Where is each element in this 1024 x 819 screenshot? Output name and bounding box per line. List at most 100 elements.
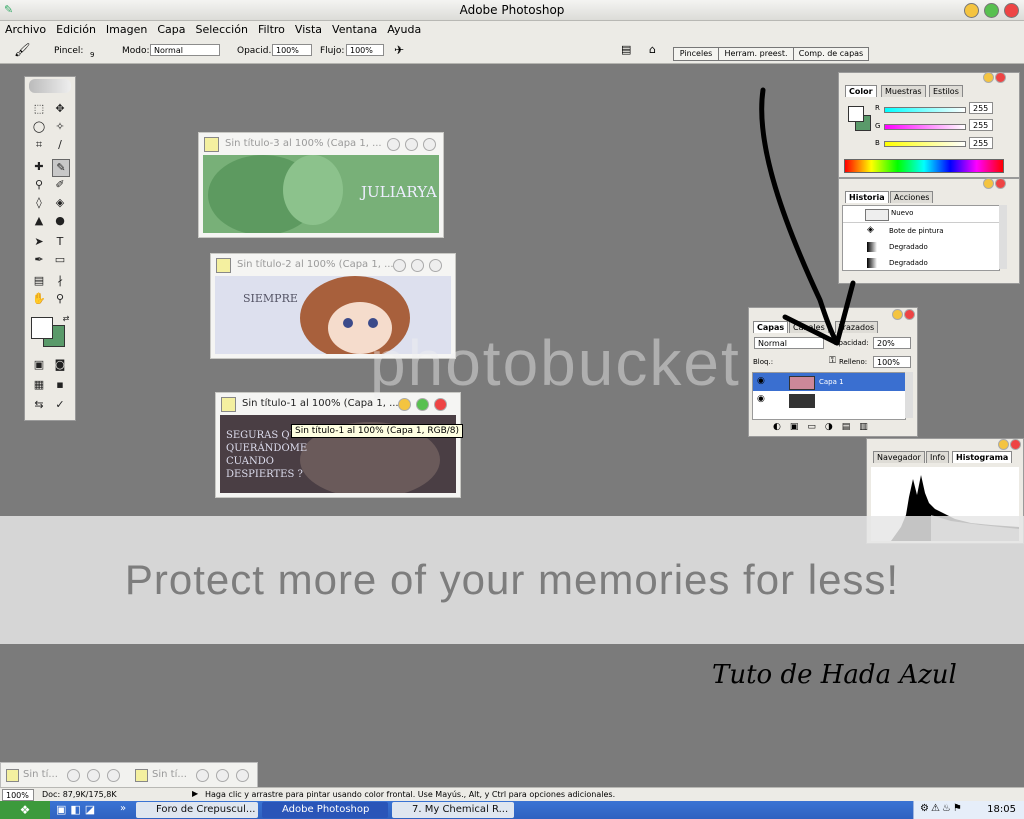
tray-icons[interactable]: ⚙⚠♨⚑: [920, 803, 964, 814]
eye-icon[interactable]: ◉: [757, 394, 765, 404]
slice-tool-icon[interactable]: ∕: [52, 137, 68, 153]
menu-edicion[interactable]: Edición: [51, 21, 101, 36]
well-tab-pinceles[interactable]: Pinceles: [673, 47, 719, 61]
document-title-bar[interactable]: Sin título-2 al 100% (Capa 1, ...: [211, 254, 455, 274]
document-window-1[interactable]: Sin título-1 al 100% (Capa 1, ... SEGURA…: [215, 392, 461, 498]
minimized-doc[interactable]: Sin tí...: [130, 763, 256, 787]
maximize-button[interactable]: [411, 259, 424, 272]
maximize-button[interactable]: [405, 138, 418, 151]
task-mychemical[interactable]: 7. My Chemical R...: [392, 802, 514, 818]
brush-tool-preset-icon[interactable]: 🖌: [14, 43, 31, 58]
menu-ventana[interactable]: Ventana: [327, 21, 382, 36]
blur-tool-icon[interactable]: ▲: [31, 213, 47, 229]
panel-close-button[interactable]: [995, 72, 1006, 83]
menu-ayuda[interactable]: Ayuda: [382, 21, 426, 36]
paint-bucket-icon[interactable]: ◈: [52, 195, 68, 211]
minimized-doc[interactable]: Sin tí...: [1, 763, 127, 787]
tab-estilos[interactable]: Estilos: [929, 85, 963, 97]
lock-icon[interactable]: ⚿: [829, 356, 836, 366]
adjustment-layer-icon[interactable]: ◑: [825, 422, 842, 432]
well-tab-herram[interactable]: Herram. preest.: [718, 47, 794, 61]
swap-colors-icon[interactable]: ⇄: [58, 311, 74, 327]
type-tool-icon[interactable]: T: [52, 234, 68, 250]
move-tool-icon[interactable]: ✥: [52, 101, 68, 117]
layer-row[interactable]: ◉ Capa 1: [753, 373, 905, 391]
close-button[interactable]: [107, 769, 120, 782]
minimize-button[interactable]: [387, 138, 400, 151]
hand-tool-icon[interactable]: ✋: [31, 291, 47, 307]
imageready-icon[interactable]: ⇆: [31, 397, 47, 413]
panel-close-button[interactable]: [995, 178, 1006, 189]
menu-vista[interactable]: Vista: [290, 21, 327, 36]
close-button[interactable]: [429, 259, 442, 272]
panel-minimize-button[interactable]: [892, 309, 903, 320]
pen-tool-icon[interactable]: ✒: [31, 252, 47, 268]
restore-button[interactable]: [196, 769, 209, 782]
panel-minimize-button[interactable]: [983, 178, 994, 189]
quicklaunch-icons[interactable]: ▣◧◪: [56, 803, 99, 816]
channel-r-field[interactable]: 255: [969, 102, 993, 114]
task-foro[interactable]: Foro de Crepuscul...: [136, 802, 258, 818]
layer-set-icon[interactable]: ▭: [807, 422, 825, 432]
layer-name[interactable]: Capa 1: [819, 378, 844, 386]
document-title-bar[interactable]: Sin título-3 al 100% (Capa 1, ...: [199, 133, 443, 153]
notes-tool-icon[interactable]: ▤: [31, 273, 47, 289]
airbrush-icon[interactable]: ✈: [394, 43, 404, 57]
menu-imagen[interactable]: Imagen: [101, 21, 152, 36]
screen-mode-icon[interactable]: ▦: [31, 377, 47, 393]
zoom-tool-icon[interactable]: ⚲: [52, 291, 68, 307]
opacity-field[interactable]: 100%: [272, 44, 312, 56]
layer-style-icon[interactable]: ◐: [773, 422, 790, 432]
clone-stamp-icon[interactable]: ⚲: [31, 177, 47, 193]
tab-navegador[interactable]: Navegador: [873, 451, 925, 463]
maximize-button[interactable]: [216, 769, 229, 782]
panel-close-button[interactable]: [904, 309, 915, 320]
restore-button[interactable]: [67, 769, 80, 782]
layer-row[interactable]: ◉: [753, 391, 905, 409]
menu-filtro[interactable]: Filtro: [253, 21, 290, 36]
close-button[interactable]: [236, 769, 249, 782]
status-arrow-icon[interactable]: ▶: [192, 789, 198, 798]
document-window-3[interactable]: Sin título-3 al 100% (Capa 1, ... JULIAR…: [198, 132, 444, 238]
menu-archivo[interactable]: Archivo: [0, 21, 51, 36]
close-button[interactable]: [1004, 3, 1019, 18]
zoom-field[interactable]: 100%: [2, 789, 34, 801]
magic-wand-icon[interactable]: ✧: [52, 119, 68, 135]
doc-size[interactable]: Doc: 87,9K/175,8K: [42, 790, 117, 799]
channel-b-field[interactable]: 255: [969, 137, 993, 149]
healing-brush-icon[interactable]: ✚: [31, 159, 47, 175]
well-tab-comp[interactable]: Comp. de capas: [793, 47, 869, 61]
tab-acciones[interactable]: Acciones: [890, 191, 934, 203]
quickmask-mode-icon[interactable]: ◙: [52, 357, 68, 373]
tab-info[interactable]: Info: [926, 451, 950, 463]
minimize-button[interactable]: [964, 3, 979, 18]
dodge-tool-icon[interactable]: ●: [52, 213, 68, 229]
minimize-button[interactable]: [393, 259, 406, 272]
maximize-button[interactable]: [984, 3, 999, 18]
shape-tool-icon[interactable]: ▭: [52, 252, 68, 268]
lasso-tool-icon[interactable]: ◯: [31, 119, 47, 135]
new-layer-icon[interactable]: ▤: [842, 422, 860, 432]
flow-field[interactable]: 100%: [346, 44, 384, 56]
file-browser-icon[interactable]: ▤: [621, 43, 631, 56]
close-button[interactable]: [423, 138, 436, 151]
jump-icon[interactable]: ✓: [52, 397, 68, 413]
start-button[interactable]: ❖: [0, 801, 50, 819]
document-canvas[interactable]: JULIARYA: [203, 155, 439, 233]
menu-capa[interactable]: Capa: [152, 21, 190, 36]
delete-layer-icon[interactable]: ▥: [859, 422, 877, 432]
channel-b-slider[interactable]: [884, 141, 966, 147]
fill-field[interactable]: 100%: [873, 356, 911, 368]
fullscreen-mode-icon[interactable]: ▪: [52, 377, 68, 393]
palette-well-icon[interactable]: ⌂: [649, 43, 656, 56]
standard-mode-icon[interactable]: ▣: [31, 357, 47, 373]
marquee-tool-icon[interactable]: ⬚: [31, 101, 47, 117]
layers-scrollbar[interactable]: [905, 372, 913, 418]
menu-seleccion[interactable]: Selección: [191, 21, 253, 36]
eyedropper-icon[interactable]: ∤: [52, 273, 68, 289]
quicklaunch-more-icon[interactable]: »: [120, 803, 126, 814]
mode-select[interactable]: Normal: [150, 44, 220, 56]
foreground-color-swatch[interactable]: [31, 317, 53, 339]
channel-r-slider[interactable]: [884, 107, 966, 113]
layer-mask-icon[interactable]: ▣: [790, 422, 808, 432]
